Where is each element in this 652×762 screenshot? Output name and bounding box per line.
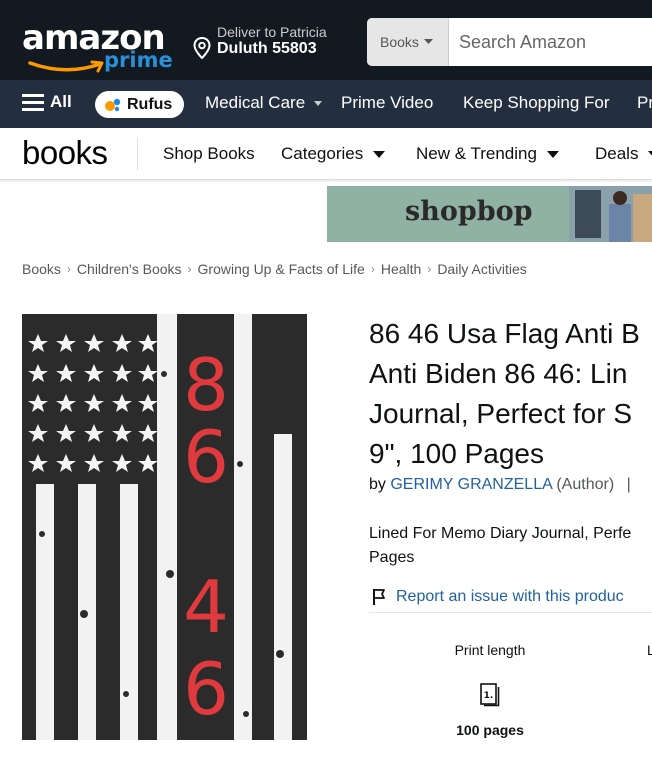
smile-arrow-icon [28, 60, 104, 73]
logo-prime-text: prime [104, 48, 173, 72]
spec-print-length-label: Print length [454, 642, 526, 658]
byline-divider: | [626, 476, 631, 493]
chevron-right-icon: › [187, 262, 192, 276]
categories-link[interactable]: Categories [281, 144, 386, 164]
caret-down-icon [546, 150, 559, 158]
deals-link[interactable]: Deals [595, 144, 652, 164]
breadcrumb: Books › Children's Books › Growing Up & … [22, 261, 527, 277]
search-input[interactable] [459, 18, 652, 66]
search-department-label: Books [380, 34, 419, 50]
author-role: (Author) [556, 476, 615, 493]
deals-label: Deals [595, 144, 639, 163]
book-cover-art: 8 6 4 6 [22, 314, 307, 740]
new-trending-label: New & Trending [416, 144, 537, 163]
cover-digit: 6 [183, 415, 229, 499]
search-department-select[interactable]: Books [367, 18, 449, 66]
cover-digit: 4 [183, 565, 229, 649]
author-byline: by GERIMY GRANZELLA (Author) | [369, 476, 631, 494]
new-trending-link[interactable]: New & Trending [416, 144, 559, 164]
nav-keep-shopping-for[interactable]: Keep Shopping For [463, 93, 610, 113]
report-issue-label: Report an issue with this produc [396, 588, 624, 605]
divider [369, 612, 652, 613]
caret-down-icon [373, 150, 386, 158]
location-pin-icon [193, 37, 211, 59]
spec-next-label: L [647, 642, 652, 658]
svg-text:1.: 1. [484, 691, 494, 701]
cover-digit: 6 [183, 647, 229, 731]
nav-truncated-item[interactable]: Pr [637, 93, 652, 113]
shop-books-label: Shop Books [163, 144, 255, 163]
book-pages-icon: 1. [480, 683, 500, 712]
caret-down-icon [423, 39, 433, 44]
main-nav-bar: All Rufus Medical Care Prime Video Keep … [0, 80, 652, 128]
breadcrumb-item[interactable]: Books [22, 261, 61, 277]
product-title: 86 46 Usa Flag Anti B Anti Biden 86 46: … [369, 318, 640, 469]
nav-prime-video[interactable]: Prime Video [341, 93, 433, 113]
shopbop-ad-banner[interactable]: shopbop [327, 186, 652, 242]
top-header: amazon prime Deliver to Patricia Duluth … [0, 0, 652, 80]
chevron-right-icon: › [370, 262, 375, 276]
search-bar: Books [367, 18, 652, 66]
breadcrumb-item[interactable]: Growing Up & Facts of Life [198, 261, 365, 277]
breadcrumb-item[interactable]: Daily Activities [437, 261, 526, 277]
categories-label: Categories [281, 144, 364, 163]
shop-books-link[interactable]: Shop Books [163, 144, 255, 164]
byline-prefix: by [369, 476, 386, 493]
breadcrumb-item[interactable]: Children's Books [77, 261, 182, 277]
book-cover-image[interactable]: 8 6 4 6 [22, 314, 307, 740]
rufus-button[interactable]: Rufus [95, 91, 184, 118]
subnav-divider [137, 138, 138, 170]
rufus-icon [105, 98, 121, 111]
books-store-logo[interactable]: books [22, 134, 108, 172]
spec-print-length-value: 100 pages [456, 722, 524, 738]
all-menu-button[interactable]: All [22, 92, 72, 112]
deliver-location: Duluth 55803 [217, 40, 317, 57]
caret-down-icon [648, 150, 652, 155]
amazon-prime-logo[interactable]: amazon prime [22, 18, 173, 74]
ad-photo-image [569, 186, 652, 242]
books-subnav: books Shop Books Categories New & Trendi… [0, 128, 652, 180]
author-link[interactable]: GERIMY GRANZELLA [390, 476, 552, 493]
ad-brand-text: shopbop [405, 196, 533, 227]
nav-medical-care-label: Medical Care [205, 93, 306, 112]
product-subtitle: Lined For Memo Diary Journal, Perfe Page… [369, 525, 632, 566]
nav-medical-care[interactable]: Medical Care [205, 93, 322, 113]
hamburger-menu-icon [22, 93, 44, 111]
chevron-right-icon: › [66, 262, 71, 276]
report-issue-link[interactable]: Report an issue with this produc [372, 588, 624, 606]
breadcrumb-item[interactable]: Health [381, 261, 421, 277]
rufus-label: Rufus [127, 95, 173, 113]
caret-down-icon [313, 101, 322, 107]
all-menu-label: All [50, 92, 72, 111]
chevron-right-icon: › [427, 262, 432, 276]
flag-icon [373, 589, 385, 605]
deliver-label: Deliver to Patricia [217, 24, 327, 40]
